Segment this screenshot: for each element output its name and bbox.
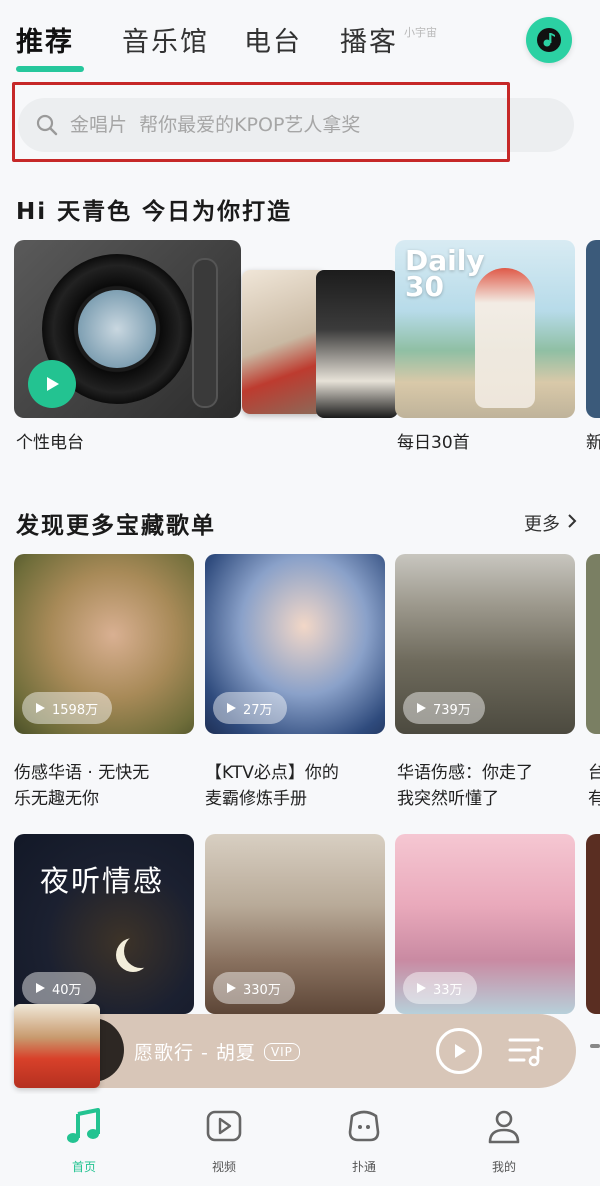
bottom-navigation: 首页 视频 扑通 我的 bbox=[0, 1094, 600, 1186]
playlists-title: 发现更多宝藏歌单 bbox=[16, 513, 216, 539]
now-playing-cover[interactable] bbox=[14, 1004, 100, 1088]
play-count-badge: 739万 bbox=[403, 692, 485, 724]
radio-cover-photo bbox=[316, 270, 398, 418]
play-icon bbox=[36, 703, 45, 713]
more-link[interactable]: 更多 bbox=[524, 510, 578, 536]
daily-30-card[interactable]: Daily 30 bbox=[395, 240, 575, 418]
now-playing-title[interactable]: 愿歌行 - 胡夏 VIP bbox=[134, 1038, 300, 1065]
vinyl-label-image bbox=[78, 290, 156, 368]
nav-video-label: 视频 bbox=[211, 1160, 236, 1174]
music-note-icon bbox=[62, 1104, 106, 1148]
playlist-card[interactable]: 330万 bbox=[205, 834, 385, 1014]
tab-music-hall[interactable]: 音乐馆 bbox=[122, 20, 209, 59]
play-count-badge: 1598万 bbox=[22, 692, 113, 724]
play-icon[interactable] bbox=[28, 360, 76, 408]
next-card-peek[interactable] bbox=[586, 240, 600, 418]
music-note-icon[interactable] bbox=[526, 17, 572, 63]
playlist-card[interactable]: 夜听情感 40万 bbox=[14, 834, 194, 1014]
play-icon bbox=[417, 983, 426, 993]
playlist-card[interactable]: 33万 bbox=[395, 834, 575, 1014]
playlist-caption: 伤感华语 · 无快无 乐无趣无你 bbox=[14, 763, 150, 809]
playlist-caption: 【KTV必点】你的 麦霸修炼手册 bbox=[205, 763, 339, 809]
user-icon bbox=[482, 1104, 526, 1148]
vip-badge: VIP bbox=[263, 1042, 300, 1061]
play-icon bbox=[417, 703, 426, 713]
playlist-caption: 华语伤感：你走了 我突然听懂了 bbox=[397, 763, 533, 809]
tab-podcast[interactable]: 播客 bbox=[340, 20, 398, 59]
moon-icon bbox=[124, 934, 158, 968]
playlist-card-peek[interactable] bbox=[586, 554, 600, 734]
play-icon bbox=[227, 983, 236, 993]
nav-putong[interactable]: 扑通 bbox=[324, 1104, 404, 1175]
nav-putong-label: 扑通 bbox=[351, 1160, 376, 1174]
nav-mine-label: 我的 bbox=[491, 1160, 516, 1174]
play-icon bbox=[36, 983, 45, 993]
personal-radio-caption: 个性电台 bbox=[16, 433, 84, 453]
personal-radio-card[interactable] bbox=[14, 240, 398, 418]
top-tab-bar: 推荐 音乐馆 电台 播客 小宇宙 bbox=[0, 0, 600, 80]
play-icon bbox=[227, 703, 236, 713]
greeting-title: Hi 天青色 今日为你打造 bbox=[16, 199, 293, 225]
tonearm-image bbox=[192, 258, 218, 408]
play-count-badge: 27万 bbox=[213, 692, 287, 724]
next-card-caption: 新 bbox=[586, 433, 600, 453]
daily-30-caption: 每日30首 bbox=[397, 433, 470, 453]
nav-mine[interactable]: 我的 bbox=[464, 1104, 544, 1175]
playlist-card-peek[interactable] bbox=[586, 834, 600, 1014]
chat-bubble-icon bbox=[342, 1104, 386, 1148]
nav-home-label: 首页 bbox=[71, 1160, 96, 1174]
podcast-superscript: 小宇宙 bbox=[404, 26, 437, 39]
tab-radio[interactable]: 电台 bbox=[244, 20, 302, 59]
nav-home[interactable]: 首页 bbox=[44, 1104, 124, 1175]
play-icon[interactable] bbox=[436, 1028, 482, 1074]
more-label: 更多 bbox=[524, 514, 560, 535]
playlist-cover-title: 夜听情感 bbox=[40, 864, 165, 898]
play-count-badge: 33万 bbox=[403, 972, 477, 1004]
playlist-card[interactable]: 27万 bbox=[205, 554, 385, 734]
search-highlight-box bbox=[12, 82, 510, 162]
nav-video[interactable]: 视频 bbox=[184, 1104, 264, 1175]
playlist-icon[interactable] bbox=[508, 1034, 546, 1068]
playlist-caption-peek: 台 有 bbox=[588, 763, 600, 809]
play-count-badge: 40万 bbox=[22, 972, 96, 1004]
overflow-peek bbox=[590, 1044, 600, 1048]
radio-cover-photo bbox=[242, 270, 326, 414]
playlist-card[interactable]: 1598万 bbox=[14, 554, 194, 734]
tab-recommend[interactable]: 推荐 bbox=[16, 20, 74, 59]
play-count-badge: 330万 bbox=[213, 972, 295, 1004]
video-play-icon bbox=[202, 1104, 246, 1148]
playlist-card[interactable]: 739万 bbox=[395, 554, 575, 734]
active-tab-indicator bbox=[16, 66, 84, 72]
chevron-right-icon bbox=[566, 513, 578, 534]
daily-cover-text: Daily 30 bbox=[405, 244, 485, 303]
